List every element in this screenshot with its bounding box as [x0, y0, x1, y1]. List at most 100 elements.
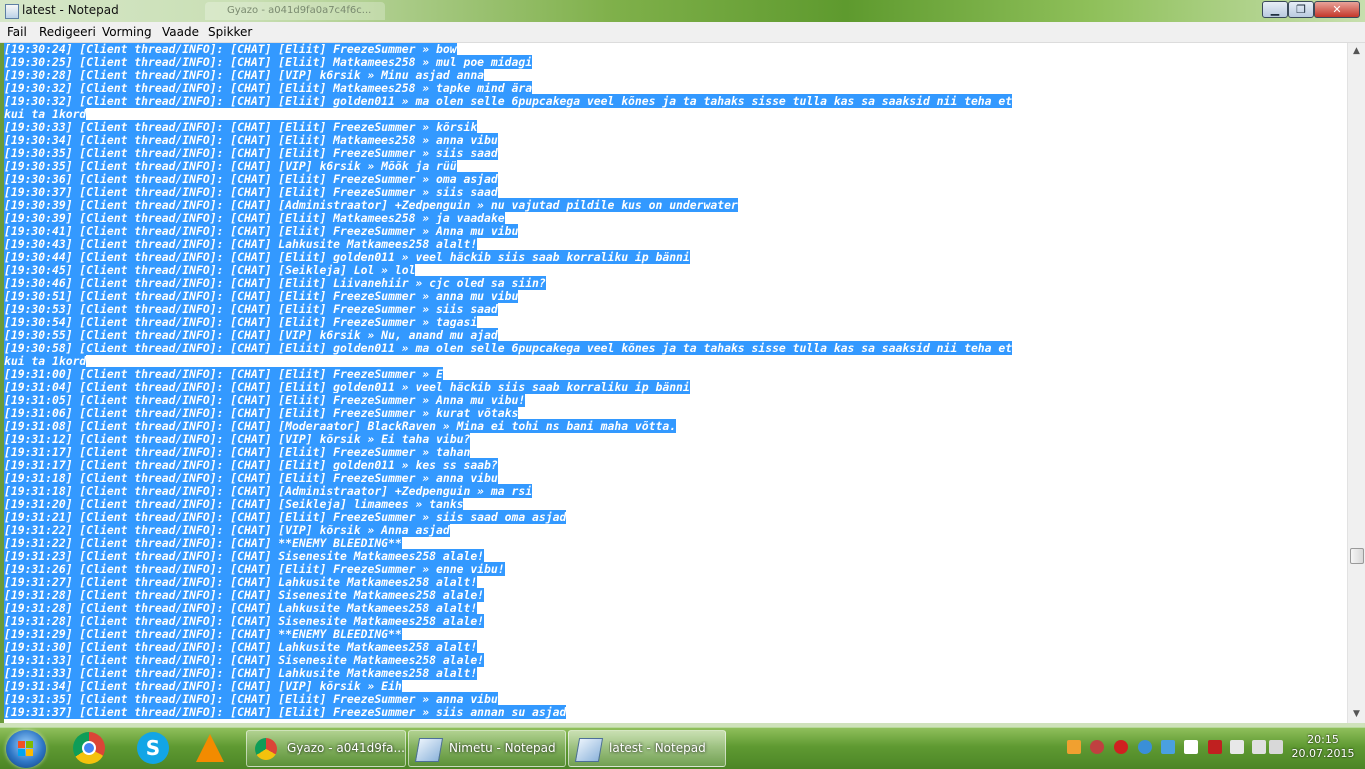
tray-shield-icon[interactable]	[1138, 740, 1152, 754]
task-label: latest - Notepad	[609, 741, 706, 755]
scroll-up-arrow[interactable]: ▲	[1348, 43, 1365, 60]
log-line-text: [19:30:43] [Client thread/INFO]: [CHAT] …	[4, 237, 478, 251]
task-label: Gyazo - a041d9fa...	[287, 741, 405, 755]
log-line-text: [19:31:30] [Client thread/INFO]: [CHAT] …	[4, 640, 478, 654]
title-bar[interactable]: latest - Notepad Gyazo - a041d9fa0a7c4f6…	[0, 0, 1365, 22]
task-label: Nimetu - Notepad	[449, 741, 556, 755]
log-line-text: [19:30:39] [Client thread/INFO]: [CHAT] …	[4, 198, 738, 212]
menu-edit[interactable]: Redigeeri	[39, 25, 96, 39]
start-button[interactable]	[6, 730, 46, 768]
tray-x-icon[interactable]	[1208, 740, 1222, 754]
log-line-text: [19:31:33] [Client thread/INFO]: [CHAT] …	[4, 653, 485, 667]
skype-icon[interactable]: S	[137, 732, 169, 764]
vlc-icon[interactable]	[196, 734, 224, 762]
log-line-text: [19:31:22] [Client thread/INFO]: [CHAT] …	[4, 536, 402, 550]
log-line-text: [19:31:27] [Client thread/INFO]: [CHAT] …	[4, 575, 478, 589]
log-line-text: [19:30:34] [Client thread/INFO]: [CHAT] …	[4, 133, 498, 147]
log-line-text: [19:31:06] [Client thread/INFO]: [CHAT] …	[4, 406, 519, 420]
log-line-text: [19:31:20] [Client thread/INFO]: [CHAT] …	[4, 497, 464, 511]
menu-view[interactable]: Vaade	[162, 25, 199, 39]
log-line: [19:31:37] [Client thread/INFO]: [CHAT] …	[4, 705, 1347, 719]
log-line-text: [19:30:51] [Client thread/INFO]: [CHAT] …	[4, 289, 519, 303]
log-line-text: [19:31:26] [Client thread/INFO]: [CHAT] …	[4, 562, 505, 576]
log-line-text: [19:30:28] [Client thread/INFO]: [CHAT] …	[4, 68, 485, 82]
menu-bar: Fail Redigeeri Vorming Vaade Spikker	[0, 22, 1365, 43]
tray-tools-icon[interactable]	[1090, 740, 1104, 754]
log-line-text: [19:30:35] [Client thread/INFO]: [CHAT] …	[4, 159, 457, 173]
log-line-text: [19:31:22] [Client thread/INFO]: [CHAT] …	[4, 523, 450, 537]
log-line-text: [19:30:54] [Client thread/INFO]: [CHAT] …	[4, 315, 478, 329]
log-line-text: [19:31:05] [Client thread/INFO]: [CHAT] …	[4, 393, 526, 407]
notepad-icon	[5, 4, 19, 19]
log-line-text: [19:30:39] [Client thread/INFO]: [CHAT] …	[4, 211, 505, 225]
log-line-text: [19:30:32] [Client thread/INFO]: [CHAT] …	[4, 94, 1013, 108]
windows-logo-icon	[18, 741, 34, 757]
text-editor[interactable]: [19:30:24] [Client thread/INFO]: [CHAT] …	[4, 43, 1347, 723]
log-line-text: [19:30:55] [Client thread/INFO]: [CHAT] …	[4, 328, 498, 342]
action-center-flag-icon[interactable]	[1184, 740, 1198, 754]
log-line-text: [19:30:53] [Client thread/INFO]: [CHAT] …	[4, 302, 498, 316]
background-window-tab: Gyazo - a041d9fa0a7c4f6c...	[205, 2, 385, 20]
log-text[interactable]: [19:30:24] [Client thread/INFO]: [CHAT] …	[4, 43, 1347, 719]
log-line: [19:30:58] [Client thread/INFO]: [CHAT] …	[4, 341, 1347, 355]
clock-time: 20:15	[1307, 733, 1339, 746]
tray-app-icon[interactable]	[1067, 740, 1081, 754]
vertical-scrollbar[interactable]: ▲ ▼	[1347, 43, 1365, 723]
taskbar: S Gyazo - a041d9fa... Nimetu - Notepad l…	[0, 727, 1365, 769]
log-line-text: [19:31:35] [Client thread/INFO]: [CHAT] …	[4, 692, 498, 706]
log-line-text: [19:31:34] [Client thread/INFO]: [CHAT] …	[4, 679, 402, 693]
log-line-text: [19:31:23] [Client thread/INFO]: [CHAT] …	[4, 549, 485, 563]
system-tray	[1063, 738, 1283, 760]
clock[interactable]: 20:15 20.07.2015	[1290, 733, 1356, 761]
menu-help[interactable]: Spikker	[208, 25, 252, 39]
log-line-text: [19:31:17] [Client thread/INFO]: [CHAT] …	[4, 445, 471, 459]
log-line-text: [19:30:46] [Client thread/INFO]: [CHAT] …	[4, 276, 546, 290]
notepad-icon	[414, 738, 444, 762]
window-title: latest - Notepad	[22, 3, 119, 17]
close-button[interactable]: ✕	[1314, 1, 1360, 18]
log-line-text: [19:31:08] [Client thread/INFO]: [CHAT] …	[4, 419, 677, 433]
volume-icon[interactable]	[1230, 740, 1244, 754]
log-line-text: [19:31:28] [Client thread/INFO]: [CHAT] …	[4, 601, 478, 615]
taskbar-button-nimetu-notepad[interactable]: Nimetu - Notepad	[408, 730, 566, 767]
log-line-text: [19:30:35] [Client thread/INFO]: [CHAT] …	[4, 146, 498, 160]
log-line-text: [19:31:37] [Client thread/INFO]: [CHAT] …	[4, 705, 567, 719]
maximize-button[interactable]: ❐	[1288, 1, 1314, 18]
menu-format[interactable]: Vorming	[102, 25, 152, 39]
log-line-text: [19:30:33] [Client thread/INFO]: [CHAT] …	[4, 120, 478, 134]
log-line-text: kui ta 1kord	[4, 354, 87, 368]
log-line-text: [19:30:58] [Client thread/INFO]: [CHAT] …	[4, 341, 1013, 355]
clock-date: 20.07.2015	[1291, 747, 1355, 760]
taskbar-button-latest-notepad[interactable]: latest - Notepad	[568, 730, 726, 767]
taskbar-button-gyazo[interactable]: Gyazo - a041d9fa...	[246, 730, 406, 767]
log-line-text: [19:31:17] [Client thread/INFO]: [CHAT] …	[4, 458, 498, 472]
log-line-text: kui ta 1kord	[4, 107, 87, 121]
minimize-button[interactable]: ▁	[1262, 1, 1288, 18]
scroll-thumb[interactable]	[1350, 548, 1364, 564]
power-icon[interactable]	[1269, 740, 1283, 754]
chrome-icon[interactable]	[73, 732, 105, 764]
log-line-text: [19:31:28] [Client thread/INFO]: [CHAT] …	[4, 614, 485, 628]
log-line-text: [19:31:18] [Client thread/INFO]: [CHAT] …	[4, 484, 533, 498]
log-line-text: [19:31:00] [Client thread/INFO]: [CHAT] …	[4, 367, 443, 381]
log-line-text: [19:31:33] [Client thread/INFO]: [CHAT] …	[4, 666, 478, 680]
log-line-text: [19:30:32] [Client thread/INFO]: [CHAT] …	[4, 81, 533, 95]
log-line-text: [19:30:41] [Client thread/INFO]: [CHAT] …	[4, 224, 519, 238]
log-line-text: [19:31:12] [Client thread/INFO]: [CHAT] …	[4, 432, 471, 446]
log-line-text: [19:30:36] [Client thread/INFO]: [CHAT] …	[4, 172, 498, 186]
log-line-text: [19:30:25] [Client thread/INFO]: [CHAT] …	[4, 55, 533, 69]
log-line-text: [19:31:18] [Client thread/INFO]: [CHAT] …	[4, 471, 498, 485]
log-line-text: [19:30:37] [Client thread/INFO]: [CHAT] …	[4, 185, 498, 199]
log-line-text: [19:31:29] [Client thread/INFO]: [CHAT] …	[4, 627, 402, 641]
tray-record-icon[interactable]	[1114, 740, 1128, 754]
log-line-text: [19:31:28] [Client thread/INFO]: [CHAT] …	[4, 588, 485, 602]
notepad-icon	[574, 738, 604, 762]
scroll-down-arrow[interactable]: ▼	[1348, 706, 1365, 723]
log-line-text: [19:30:44] [Client thread/INFO]: [CHAT] …	[4, 250, 690, 264]
log-line: [19:30:32] [Client thread/INFO]: [CHAT] …	[4, 94, 1347, 108]
tray-network-icon[interactable]	[1161, 740, 1175, 754]
log-line-text: [19:31:04] [Client thread/INFO]: [CHAT] …	[4, 380, 690, 394]
signal-icon[interactable]	[1252, 740, 1266, 754]
menu-file[interactable]: Fail	[7, 25, 27, 39]
log-line-text: [19:31:21] [Client thread/INFO]: [CHAT] …	[4, 510, 567, 524]
